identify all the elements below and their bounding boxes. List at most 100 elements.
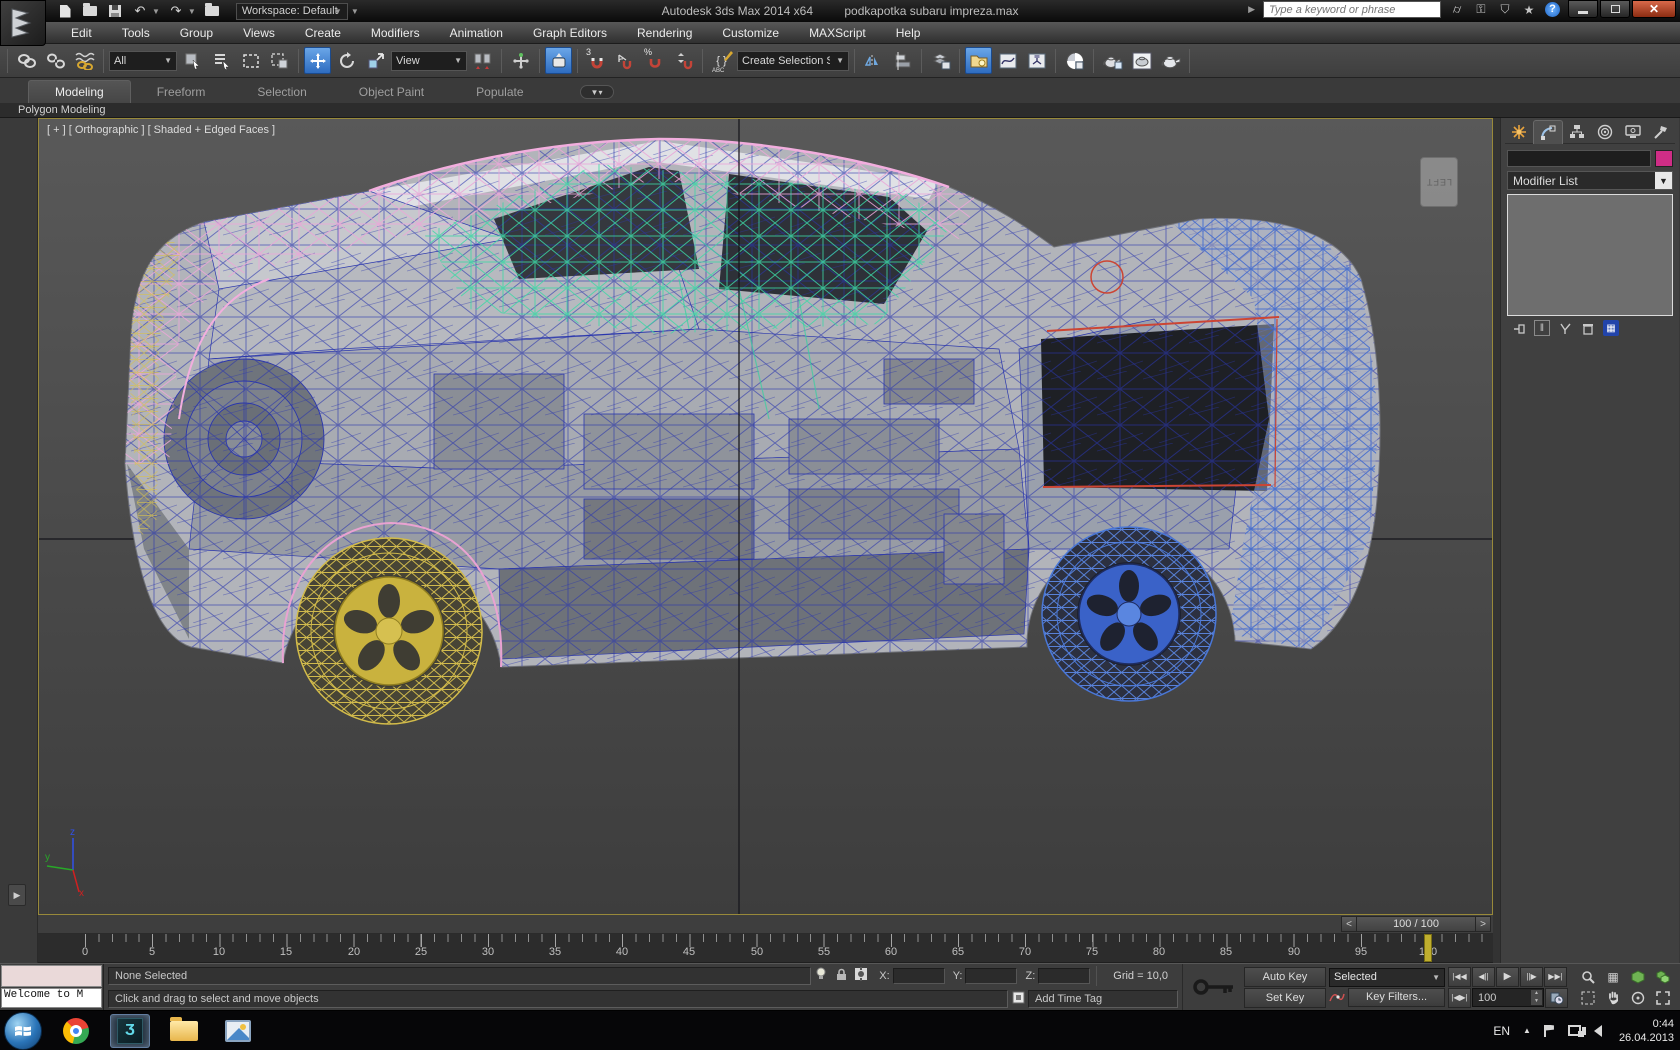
percent-snap-toggle-icon[interactable]: % (641, 47, 668, 74)
expand-panel-arrow-icon[interactable]: ▶ (8, 884, 26, 906)
menu-animation[interactable]: Animation (435, 22, 518, 43)
menu-views[interactable]: Views (228, 22, 290, 43)
new-file-icon[interactable] (56, 3, 74, 19)
object-color-swatch[interactable] (1655, 150, 1673, 167)
default-in-out-tangents-icon[interactable] (1329, 990, 1345, 1004)
go-to-start-icon[interactable]: |◀◀ (1448, 967, 1471, 987)
next-frame-icon[interactable]: ||▶ (1520, 967, 1543, 987)
track-bar-ruler[interactable]: 0 5 10 15 20 25 30 35 40 45 50 55 60 65 … (85, 934, 1485, 962)
current-frame-field[interactable]: 100 ▲▼ (1472, 988, 1544, 1007)
menu-create[interactable]: Create (290, 22, 356, 43)
viewcube[interactable]: LEFT (1420, 157, 1458, 207)
pan-view-hand-icon[interactable] (1601, 988, 1625, 1008)
time-slider-handle[interactable]: < 100 / 100 > (1341, 916, 1491, 932)
undo-icon[interactable]: ↶ (131, 3, 149, 19)
project-folder-icon[interactable] (203, 3, 221, 19)
hierarchy-tab-icon[interactable] (1563, 120, 1591, 144)
zoom-all-icon[interactable]: ▦ (1601, 967, 1625, 987)
show-end-result-icon[interactable]: ‖ (1534, 320, 1550, 336)
unlink-selection-icon[interactable] (42, 47, 69, 74)
mirror-icon[interactable] (860, 47, 887, 74)
named-selection-sets-dropdown[interactable]: Create Selection Se▼ (737, 51, 849, 71)
add-time-tag-field[interactable]: Add Time Tag (1028, 990, 1178, 1008)
motion-tab-icon[interactable] (1591, 120, 1619, 144)
previous-frame-icon[interactable]: ◀|| (1472, 967, 1495, 987)
snaps-toggle-icon[interactable]: 3 (583, 47, 610, 74)
selection-filter-dropdown[interactable]: All▼ (109, 51, 177, 71)
macro-recorder-row[interactable] (1, 965, 102, 987)
show-hidden-icons-arrow[interactable]: ▲ (1523, 1026, 1531, 1035)
viewport-label[interactable]: [ + ] [ Orthographic ] [ Shaded + Edged … (47, 124, 275, 136)
maxscript-mini-listener[interactable]: Welcome to M (0, 964, 104, 1010)
modify-tab-icon[interactable] (1533, 120, 1563, 144)
zoom-icon[interactable] (1576, 967, 1600, 987)
edit-named-selection-sets-icon[interactable]: { } ABC (708, 47, 735, 74)
frame-spinner[interactable]: ▲▼ (1531, 990, 1542, 1005)
select-and-move-icon[interactable] (304, 47, 331, 74)
time-slider-track[interactable]: < 100 / 100 > (38, 915, 1493, 934)
redo-dropdown-icon[interactable]: ▼ (188, 7, 196, 16)
ribbon-minimize-icon[interactable]: ▼▾ (580, 85, 614, 99)
action-center-flag-icon[interactable] (1544, 1025, 1555, 1037)
favorites-star-icon[interactable]: ★ (1521, 3, 1537, 17)
scene-explorer-icon[interactable] (965, 47, 992, 74)
render-production-icon[interactable] (1157, 47, 1184, 74)
spinner-snap-toggle-icon[interactable] (670, 47, 697, 74)
layer-manager-icon[interactable] (927, 47, 954, 74)
time-configuration-icon[interactable] (1545, 988, 1568, 1008)
create-tab-icon[interactable] (1505, 120, 1533, 144)
configure-modifier-sets-icon[interactable]: ▦ (1603, 320, 1619, 336)
angle-snap-toggle-icon[interactable] (612, 47, 639, 74)
rendered-frame-window-icon[interactable] (1128, 47, 1155, 74)
search-expand-icon[interactable]: ▶ (1248, 4, 1255, 15)
make-unique-icon[interactable] (1557, 320, 1573, 336)
communication-center-icon[interactable]: ⛉ (1497, 2, 1513, 17)
ribbon-tab-object-paint[interactable]: Object Paint (333, 81, 450, 103)
viewport-orthographic[interactable]: [ + ] [ Orthographic ] [ Shaded + Edged … (38, 118, 1493, 915)
y-coordinate-field[interactable] (965, 968, 1017, 984)
panel-splitter[interactable] (1493, 118, 1500, 963)
keyboard-shortcut-override-icon[interactable] (545, 47, 572, 74)
taskbar-explorer-folder-icon[interactable] (164, 1014, 204, 1048)
window-crossing-toggle-icon[interactable] (266, 47, 293, 74)
taskbar-image-viewer-icon[interactable] (218, 1014, 258, 1048)
3dsmax-app-menu-button[interactable] (0, 0, 46, 46)
undo-dropdown-icon[interactable]: ▼ (152, 7, 160, 16)
reference-coordinate-dropdown[interactable]: View▼ (391, 51, 467, 71)
curve-editor-icon[interactable] (994, 47, 1021, 74)
play-animation-icon[interactable]: ▶ (1496, 967, 1519, 987)
qat-customize-icon[interactable]: ▼ (351, 7, 359, 16)
ribbon-tab-selection[interactable]: Selection (231, 81, 332, 103)
workspace-dropdown[interactable]: Workspace: Default ▼ (236, 3, 348, 20)
align-icon[interactable] (889, 47, 916, 74)
maximize-button[interactable] (1600, 0, 1630, 18)
selection-lock-icon[interactable] (831, 968, 851, 984)
select-and-link-icon[interactable] (13, 47, 40, 74)
modifier-list-dropdown[interactable]: Modifier List ▼ (1507, 171, 1673, 190)
menu-modifiers[interactable]: Modifiers (356, 22, 435, 43)
set-key-button[interactable]: Set Key (1244, 988, 1326, 1008)
help-icon[interactable]: ? (1545, 2, 1560, 17)
menu-customize[interactable]: Customize (707, 22, 794, 43)
remove-modifier-icon[interactable] (1580, 320, 1596, 336)
key-filters-button[interactable]: Key Filters... (1348, 988, 1445, 1007)
set-keys-button[interactable] (1182, 964, 1244, 1010)
use-pivot-point-center-icon[interactable] (469, 47, 496, 74)
save-file-icon[interactable] (106, 3, 124, 19)
redo-icon[interactable]: ↷ (167, 3, 185, 19)
ribbon-tab-freeform[interactable]: Freeform (131, 81, 232, 103)
menu-group[interactable]: Group (165, 22, 228, 43)
select-and-rotate-icon[interactable] (333, 47, 360, 74)
next-frame-arrow-icon[interactable]: > (1475, 916, 1491, 932)
zoom-extents-all-icon[interactable] (1651, 967, 1675, 987)
x-coordinate-field[interactable] (893, 968, 945, 984)
auto-key-button[interactable]: Auto Key (1244, 967, 1326, 987)
field-of-view-icon[interactable] (1576, 988, 1600, 1008)
menu-edit[interactable]: Edit (56, 22, 107, 43)
render-setup-icon[interactable] (1099, 47, 1126, 74)
selected-only-toggle-icon[interactable] (1008, 991, 1028, 1007)
utilities-tab-icon[interactable] (1647, 120, 1675, 144)
search-input[interactable] (1263, 1, 1441, 18)
z-coordinate-field[interactable] (1038, 968, 1090, 984)
select-and-manipulate-icon[interactable] (507, 47, 534, 74)
